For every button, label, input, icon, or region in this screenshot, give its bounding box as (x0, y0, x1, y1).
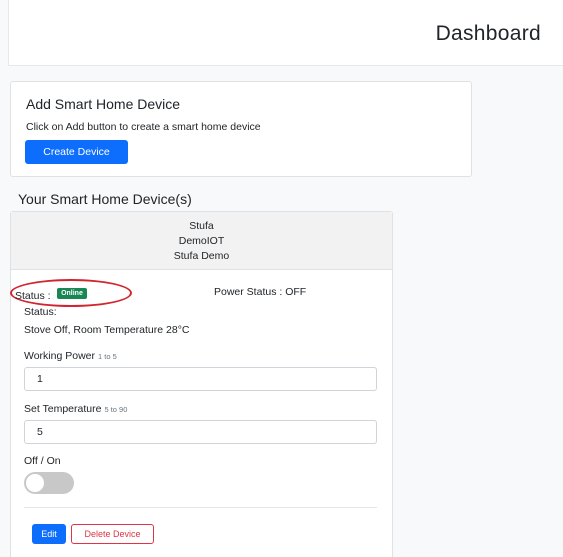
working-power-label: Working Power 1 to 5 (24, 350, 117, 362)
toggle-label: Off / On (24, 455, 61, 467)
set-temperature-hint: 5 to 90 (104, 405, 128, 414)
device-name: Stufa (189, 220, 214, 232)
working-power-input[interactable]: 1 (24, 367, 377, 391)
add-device-heading: Add Smart Home Device (26, 96, 181, 112)
device-model: Stufa Demo (173, 250, 230, 262)
device-status-label: Status: (24, 306, 57, 318)
create-device-button[interactable]: Create Device (25, 140, 128, 164)
device-status-text: Stove Off, Room Temperature 28°C (24, 324, 190, 336)
page-title: Dashboard (435, 22, 541, 45)
power-status: Power Status : OFF (214, 286, 307, 298)
edit-button[interactable]: Edit (32, 524, 66, 544)
top-navbar: Dashboard (8, 0, 563, 66)
status-label: Status : (15, 290, 51, 302)
connection-status: Status : Online (15, 286, 87, 304)
working-power-hint: 1 to 5 (98, 352, 117, 361)
add-device-description: Click on Add button to create a smart ho… (26, 121, 261, 133)
set-temperature-input[interactable]: 5 (24, 420, 377, 444)
card-divider (24, 507, 377, 508)
devices-section-title: Your Smart Home Device(s) (18, 191, 192, 207)
set-temperature-label: Set Temperature 5 to 90 (24, 403, 128, 415)
device-platform: DemoIOT (178, 235, 225, 247)
device-card-header: Stufa DemoIOT Stufa Demo (11, 212, 392, 270)
delete-device-button[interactable]: Delete Device (71, 524, 154, 544)
toggle-knob (26, 474, 44, 492)
status-badge: Online (57, 288, 87, 300)
power-toggle-switch[interactable] (24, 472, 74, 494)
